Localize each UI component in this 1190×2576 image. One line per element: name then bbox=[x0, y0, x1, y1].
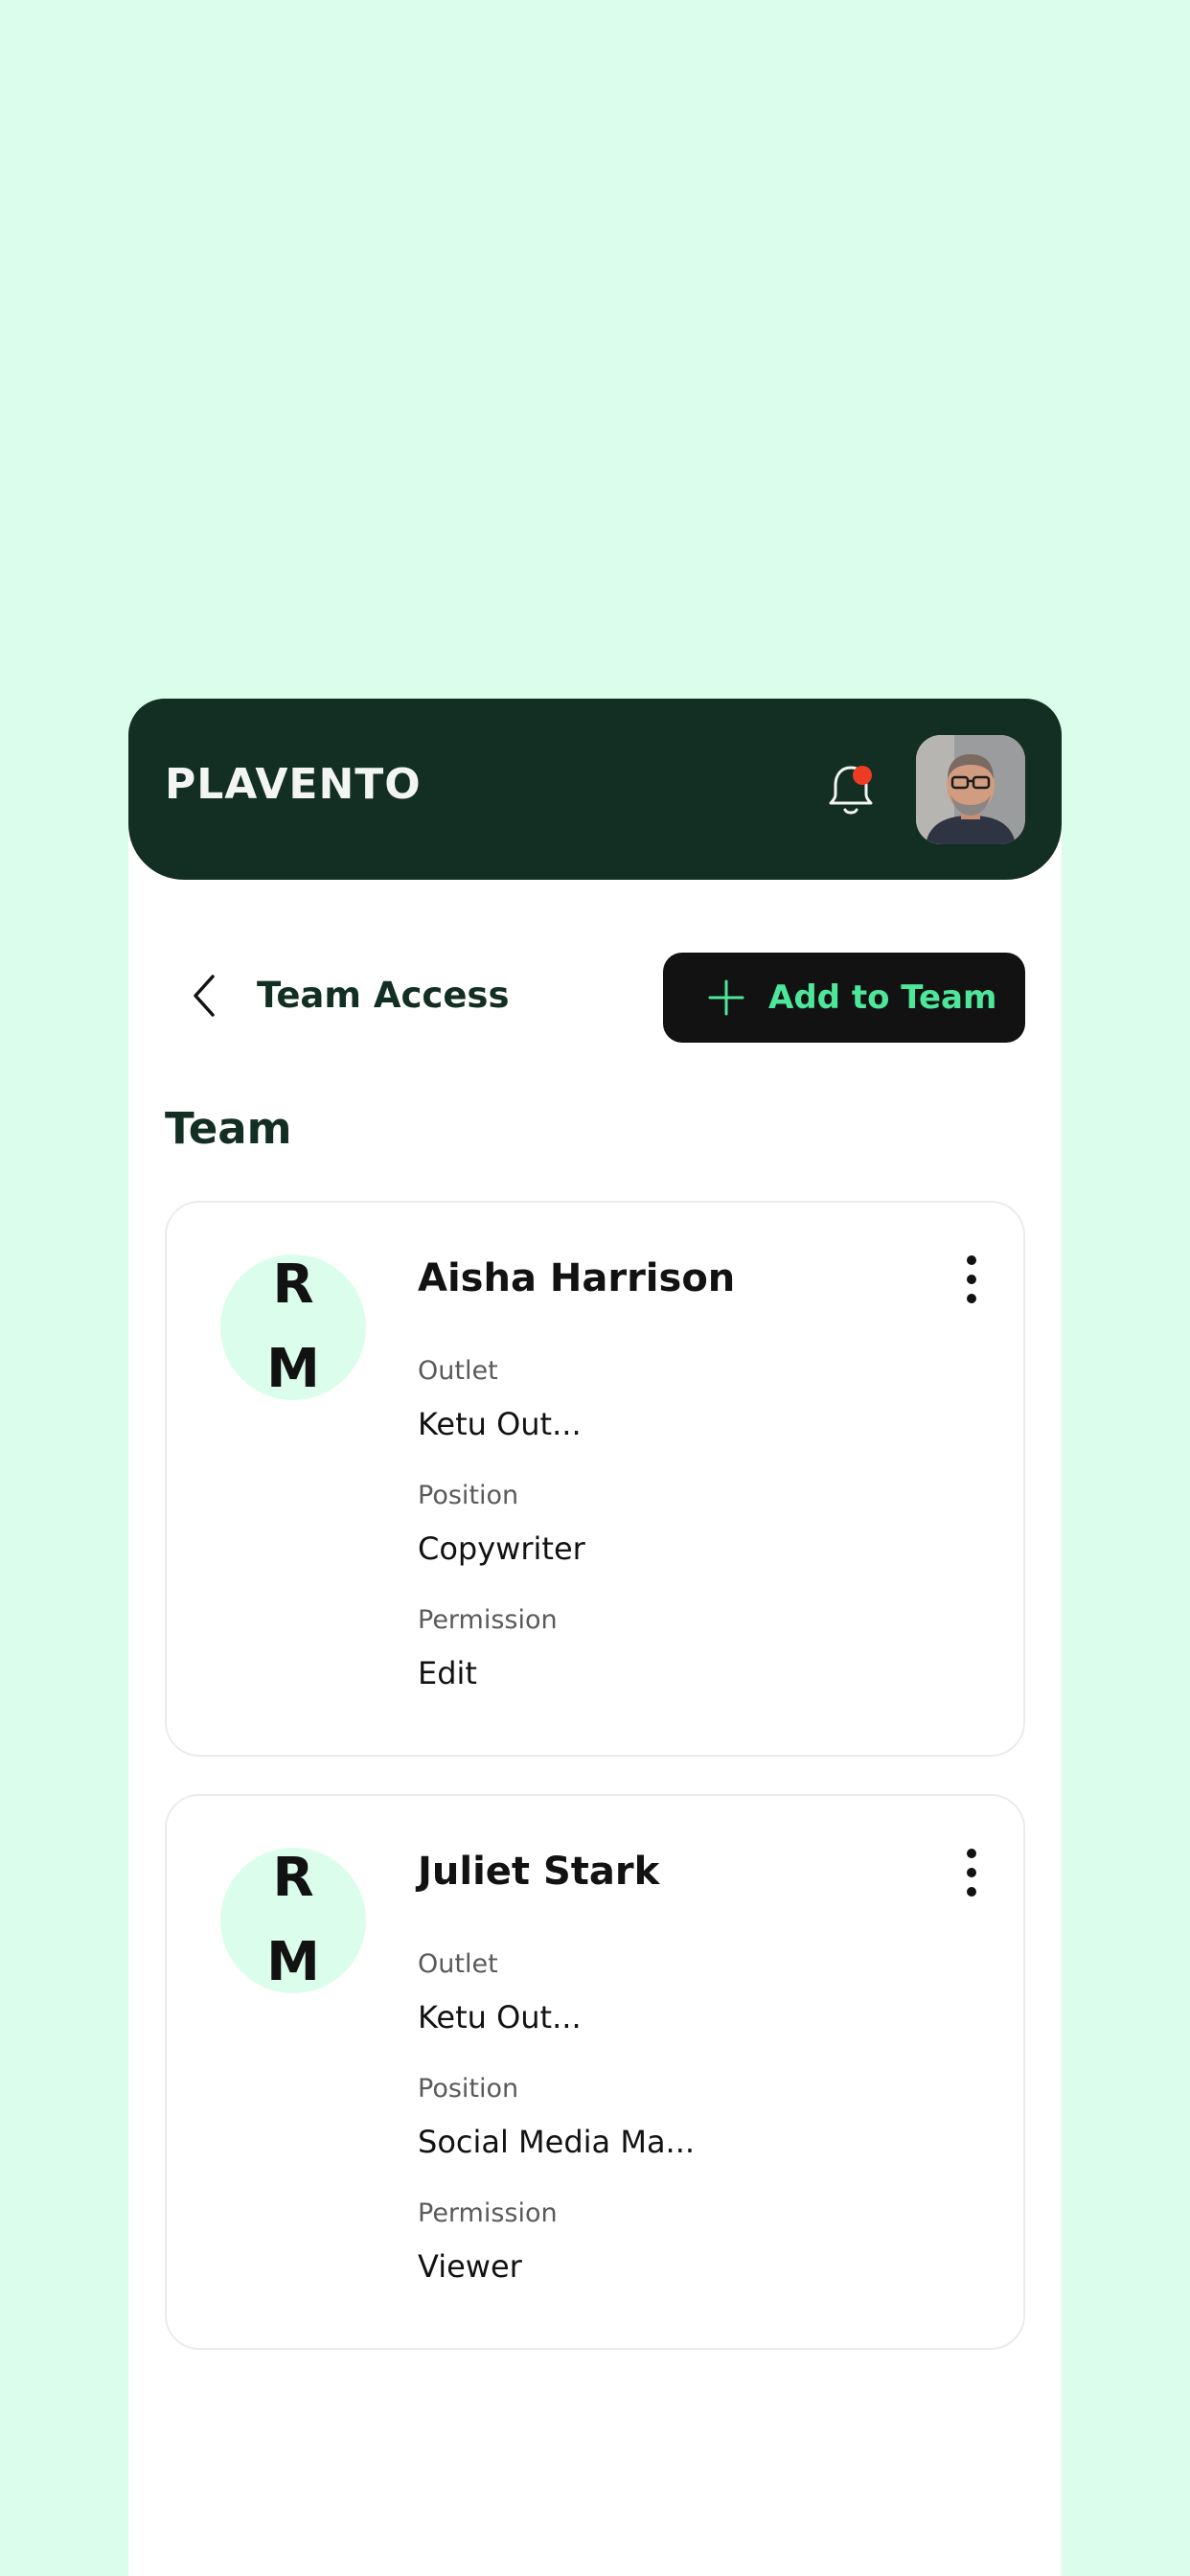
outlet-label: Outlet bbox=[418, 1356, 498, 1386]
permission-value: Viewer bbox=[418, 2248, 522, 2285]
initials-line-1: R bbox=[272, 1847, 314, 1909]
initials-line-1: R bbox=[272, 1254, 314, 1316]
outlet-value: Ketu Out... bbox=[418, 1999, 582, 2036]
user-avatar[interactable] bbox=[916, 735, 1025, 844]
section-title: Team bbox=[165, 1103, 292, 1154]
member-initials-avatar: R M bbox=[220, 1254, 366, 1400]
team-member-card[interactable]: R M Aisha Harrison Outlet Ketu Out... Po… bbox=[165, 1201, 1025, 1757]
permission-value: Edit bbox=[418, 1655, 477, 1691]
position-value: Copywriter bbox=[418, 1530, 585, 1567]
chevron-left-icon[interactable] bbox=[184, 971, 226, 1021]
permission-label: Permission bbox=[418, 2198, 558, 2228]
main-panel: PLAVENTO Team Access Add to Team Team R … bbox=[128, 699, 1062, 2576]
avatar-portrait bbox=[916, 735, 1025, 844]
notification-badge bbox=[853, 766, 872, 785]
member-name: Aisha Harrison bbox=[418, 1256, 736, 1300]
outlet-value: Ketu Out... bbox=[418, 1406, 582, 1442]
position-value: Social Media Ma... bbox=[418, 2124, 696, 2160]
team-member-card[interactable]: R M Juliet Stark Outlet Ketu Out... Posi… bbox=[165, 1794, 1025, 2350]
more-options-icon[interactable] bbox=[962, 1846, 981, 1899]
position-label: Position bbox=[418, 1481, 519, 1510]
initials-line-2: M bbox=[266, 1338, 320, 1400]
position-label: Position bbox=[418, 2074, 519, 2104]
outlet-label: Outlet bbox=[418, 1949, 498, 1979]
page-title: Team Access bbox=[257, 975, 510, 1016]
member-initials-avatar: R M bbox=[220, 1847, 366, 1993]
brand-logo[interactable]: PLAVENTO bbox=[165, 760, 422, 809]
initials-line-2: M bbox=[266, 1931, 320, 1993]
more-options-icon[interactable] bbox=[962, 1253, 981, 1306]
add-to-team-button[interactable]: Add to Team bbox=[663, 953, 1025, 1043]
member-name: Juliet Stark bbox=[418, 1850, 660, 1894]
bell-icon[interactable] bbox=[822, 758, 880, 821]
plus-icon bbox=[708, 979, 744, 1016]
app-header: PLAVENTO bbox=[128, 699, 1062, 880]
permission-label: Permission bbox=[418, 1605, 558, 1635]
add-to-team-label: Add to Team bbox=[768, 978, 997, 1017]
